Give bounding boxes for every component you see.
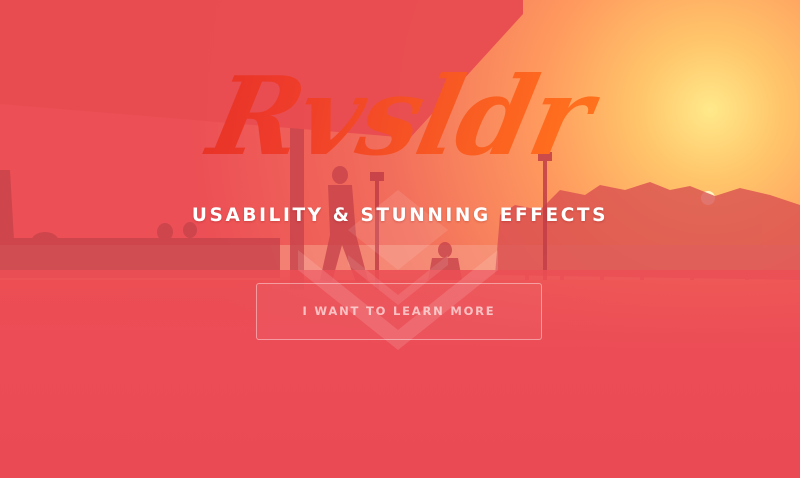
brand-logo-title: Rvsldr [0,52,800,182]
learn-more-button[interactable]: I WANT TO LEARN MORE [256,283,542,340]
hero-tagline: USABILITY & STUNNING EFFECTS [191,205,609,226]
